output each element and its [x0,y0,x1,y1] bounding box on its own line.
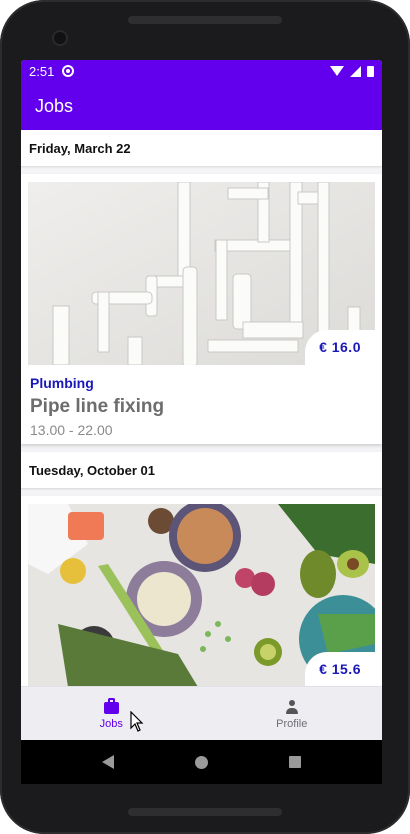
status-icons [330,65,374,77]
nav-item-jobs[interactable]: Jobs [21,687,202,740]
bottom-navigation: Jobs Profile [21,686,382,740]
sync-icon [62,65,75,77]
job-title: Pipe line fixing [30,396,165,417]
battery-icon [367,65,374,77]
person-icon [285,698,299,714]
app-bar: Jobs [21,82,382,130]
earpiece-speaker [128,16,282,24]
date-label: Tuesday, October 01 [29,462,155,478]
system-navigation-bar [21,740,382,784]
app-bar-title: Jobs [35,95,74,116]
nav-label-profile: Profile [276,717,308,730]
briefcase-icon [103,697,119,714]
app-screen: 2:51 Jobs Friday, March 22 € 16.0 Plumbi… [21,60,382,784]
wifi-icon [330,66,344,76]
job-hours: 13.00 - 22.00 [30,422,113,438]
status-bar: 2:51 [21,60,382,82]
job-image-pipes: € 16.0 [28,182,375,365]
back-icon[interactable] [101,755,114,769]
jobs-list[interactable]: Friday, March 22 € 16.0 Plumbing Pipe li… [21,130,382,686]
home-icon[interactable] [194,755,208,769]
price-badge: € 15.6 [305,652,375,686]
bottom-speaker [128,808,282,816]
job-card[interactable]: € 15.6 [21,496,382,686]
signal-icon [350,65,361,77]
mouse-cursor-icon [130,711,144,732]
recent-apps-icon[interactable] [289,756,302,768]
job-category: Plumbing [30,375,94,391]
front-camera [54,32,66,44]
date-header: Tuesday, October 01 [21,452,382,488]
date-label: Friday, March 22 [29,140,131,156]
job-card[interactable]: € 16.0 Plumbing Pipe line fixing 13.00 -… [21,174,382,444]
job-image-food: € 15.6 [28,504,375,686]
date-header: Friday, March 22 [21,130,382,166]
nav-label-jobs: Jobs [99,717,123,730]
nav-item-profile[interactable]: Profile [202,687,383,740]
price-badge: € 16.0 [305,330,375,365]
status-time: 2:51 [29,63,55,79]
phone-frame: 2:51 Jobs Friday, March 22 € 16.0 Plumbi… [0,0,410,834]
